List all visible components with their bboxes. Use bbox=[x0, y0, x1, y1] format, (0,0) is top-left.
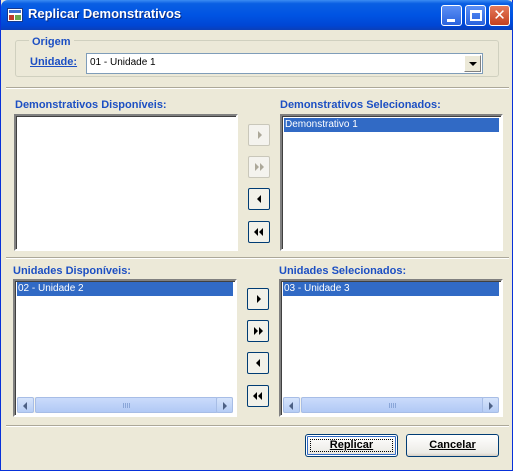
horizontal-scrollbar[interactable] bbox=[283, 397, 499, 413]
app-icon bbox=[7, 8, 23, 22]
cancelar-button[interactable]: Cancelar bbox=[406, 434, 499, 457]
dropdown-arrow-button[interactable] bbox=[464, 55, 481, 72]
double-arrow-right-icon bbox=[254, 327, 258, 335]
unidade-dropdown-value: 01 - Unidade 1 bbox=[90, 57, 156, 68]
unidades-disponiveis-label: Unidades Disponíveis: bbox=[13, 265, 131, 277]
demonstrativos-selecionados-label: Demonstrativos Selecionados: bbox=[280, 99, 441, 111]
separator bbox=[6, 87, 509, 89]
replicar-button[interactable]: Replicar bbox=[305, 434, 398, 457]
add-unidade-button[interactable] bbox=[247, 288, 269, 310]
scroll-left-button[interactable] bbox=[17, 397, 34, 413]
arrow-left-icon bbox=[257, 195, 261, 203]
origem-legend: Origem bbox=[29, 36, 74, 48]
unidades-selecionados-list[interactable]: 03 - Unidade 3 bbox=[279, 279, 503, 417]
list-item[interactable]: Demonstrativo 1 bbox=[284, 118, 499, 132]
maximize-button[interactable] bbox=[465, 5, 486, 26]
remove-demonstrativo-button[interactable] bbox=[248, 188, 270, 210]
horizontal-scrollbar[interactable] bbox=[17, 397, 233, 413]
add-all-unidades-button[interactable] bbox=[247, 320, 269, 342]
remove-all-demonstrativos-button[interactable] bbox=[248, 221, 270, 243]
remove-all-unidades-button[interactable] bbox=[247, 385, 269, 407]
separator bbox=[6, 425, 509, 427]
scroll-left-icon bbox=[23, 402, 27, 410]
separator bbox=[6, 257, 509, 259]
add-all-demonstrativos-button[interactable] bbox=[248, 156, 270, 178]
unidades-selecionados-label: Unidades Selecionados: bbox=[279, 265, 407, 277]
demonstrativos-disponiveis-label: Demonstrativos Disponíveis: bbox=[15, 99, 167, 111]
scroll-right-icon bbox=[223, 402, 227, 410]
add-demonstrativo-button[interactable] bbox=[248, 124, 270, 146]
double-arrow-left-icon bbox=[253, 392, 257, 400]
double-arrow-right-icon bbox=[255, 163, 259, 171]
unidades-disponiveis-list[interactable]: 02 - Unidade 2 bbox=[13, 279, 237, 417]
dialog-window: Replicar Demonstrativos ✕ Origem Unidade… bbox=[0, 0, 513, 471]
scrollbar-thumb[interactable] bbox=[301, 397, 484, 413]
unidade-dropdown[interactable]: 01 - Unidade 1 bbox=[86, 53, 483, 74]
list-item[interactable]: 02 - Unidade 2 bbox=[17, 282, 233, 296]
scroll-left-icon bbox=[289, 402, 293, 410]
remove-unidade-button[interactable] bbox=[247, 352, 269, 374]
double-arrow-left-icon bbox=[254, 228, 258, 236]
title-bar[interactable]: Replicar Demonstrativos ✕ bbox=[1, 0, 513, 30]
scroll-right-button[interactable] bbox=[216, 397, 233, 413]
arrow-right-icon bbox=[257, 295, 261, 303]
close-icon: ✕ bbox=[493, 6, 506, 24]
chevron-down-icon bbox=[469, 62, 477, 66]
demonstrativos-selecionados-list[interactable]: Demonstrativo 1 bbox=[280, 114, 503, 251]
minimize-icon bbox=[447, 19, 455, 22]
list-item[interactable]: 03 - Unidade 3 bbox=[283, 282, 499, 296]
scrollbar-thumb[interactable] bbox=[35, 397, 218, 413]
scroll-right-icon bbox=[489, 402, 493, 410]
cancelar-button-label: Cancelar bbox=[429, 439, 476, 451]
minimize-button[interactable] bbox=[441, 5, 462, 26]
window-title: Replicar Demonstrativos bbox=[28, 6, 182, 21]
grip-icon bbox=[388, 403, 397, 408]
maximize-icon bbox=[470, 10, 482, 21]
arrow-left-icon bbox=[256, 359, 260, 367]
grip-icon bbox=[122, 403, 131, 408]
arrow-right-icon bbox=[258, 131, 262, 139]
scroll-left-button[interactable] bbox=[283, 397, 300, 413]
unidade-label: Unidade: bbox=[30, 56, 78, 68]
close-button[interactable]: ✕ bbox=[489, 5, 510, 26]
scroll-right-button[interactable] bbox=[482, 397, 499, 413]
demonstrativos-disponiveis-list[interactable] bbox=[14, 114, 238, 251]
